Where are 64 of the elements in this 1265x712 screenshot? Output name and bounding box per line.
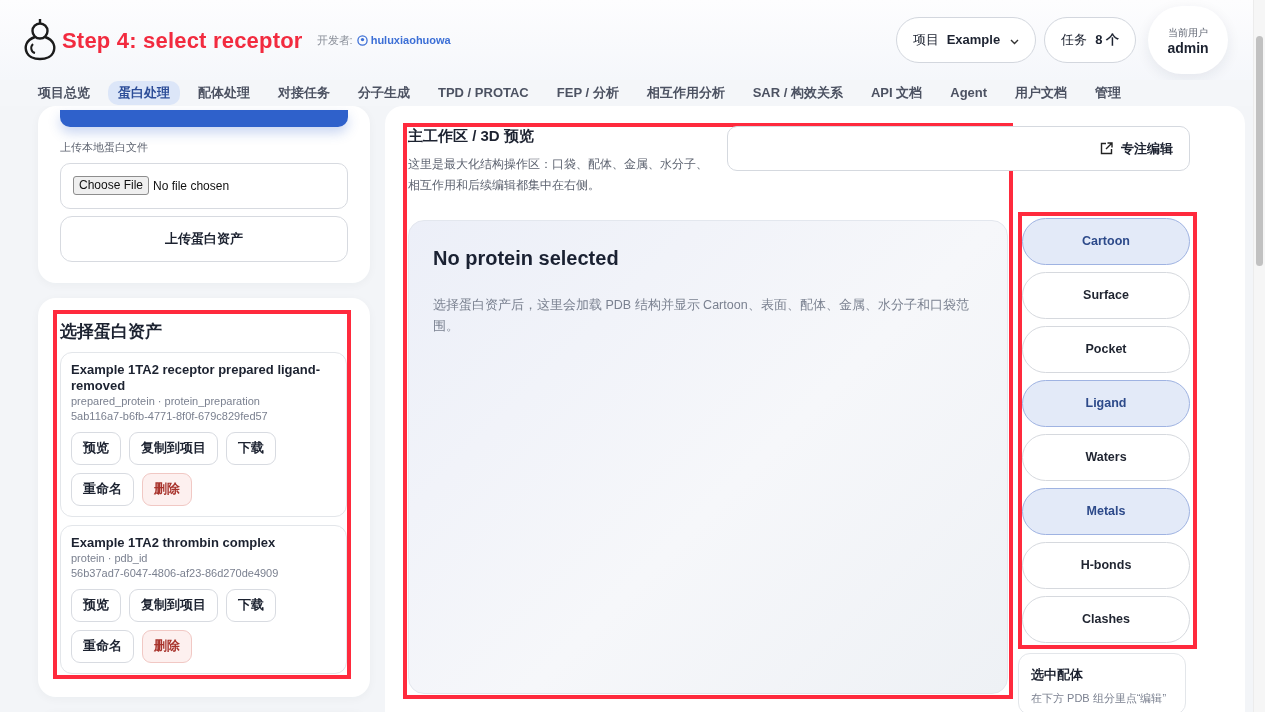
copy-to-project-button[interactable]: 复制到项目 [129, 431, 218, 465]
asset-card[interactable]: Example 1TA2 thrombin complex protein · pdb_id 56b37ad7-6047-4806-af23-86d270de4909 预览 复制到项目 下载 重命名 删除 [60, 524, 347, 674]
asset-meta: prepared_protein · protein_preparation [71, 393, 261, 409]
nav-tab[interactable]: 项目总览 [28, 81, 100, 105]
nav-tab[interactable]: 管理 [1085, 81, 1132, 105]
asset-name: Example 1TA2 receptor prepared ligand-removed [71, 361, 321, 394]
nav-tab[interactable]: 配体处理 [188, 81, 260, 105]
display-toggle[interactable]: Metals [1022, 488, 1190, 535]
asset-meta: protein · pdb_id [71, 550, 149, 566]
tutorial-caption: Step 4: select receptor [62, 26, 303, 55]
display-toggle[interactable]: H-bonds [1022, 542, 1190, 589]
caret-icon [1010, 39, 1020, 45]
nav-tab[interactable]: SAR / 构效关系 [742, 81, 853, 105]
asset-id: 56b37ad7-6047-4806-af23-86d270de4909 [71, 565, 280, 581]
tasks-button[interactable]: 任务 8 个 [1044, 17, 1136, 63]
section-description: 这里是最大化结构操作区：口袋、配体、金属、水分子、相互作用和后续编辑都集中在右侧。 [408, 156, 708, 194]
developer-label: 开发者: [316, 32, 353, 48]
asset-card[interactable]: Example 1TA2 receptor prepared ligand-removed prepared_protein · protein_preparation 5ab116a7-b6fb-4771-8f0f-679c829fed57 预览 复制到项目 下载 重命名 删除 [60, 351, 347, 517]
display-toggle[interactable]: Clashes [1022, 596, 1190, 643]
rename-button[interactable]: 重命名 [71, 629, 134, 663]
nav-tab[interactable]: 对接任务 [268, 81, 340, 105]
nav-tab[interactable]: FEP / 分析 [546, 81, 629, 105]
display-toggle[interactable]: Waters [1022, 434, 1190, 481]
preview-button[interactable]: 预览 [71, 431, 121, 465]
file-status-text: No file chosen [153, 177, 230, 195]
card-title: 选中配体 [1031, 666, 1084, 684]
preview-button[interactable]: 预览 [71, 588, 121, 622]
choose-file-button[interactable]: Choose File [73, 176, 150, 195]
asset-id: 5ab116a7-b6fb-4771-8f0f-679c829fed57 [71, 408, 269, 424]
gourd-icon [22, 17, 58, 63]
nav-tab[interactable]: 相互作用分析 [636, 81, 735, 105]
display-toggle[interactable]: Cartoon [1022, 218, 1190, 265]
nav-tab[interactable]: 用户文档 [1005, 81, 1078, 105]
panel-title: 选择蛋白资产 [60, 320, 163, 343]
field-label: 上传本地蛋白文件 [60, 140, 149, 155]
project-selector[interactable]: 项目 Example [895, 17, 1037, 63]
external-link-icon [1100, 142, 1113, 155]
delete-button[interactable]: 删除 [142, 629, 192, 663]
viewer-message: 选择蛋白资产后，这里会加载 PDB 结构并显示 Cartoon、表面、配体、金属、水分子和口袋范围。 [433, 297, 970, 335]
upload-button[interactable]: 上传蛋白资产 [60, 215, 348, 262]
card-text: 在下方 PDB 组分里点“编辑” [1031, 691, 1168, 706]
copy-to-project-button[interactable]: 复制到项目 [129, 588, 218, 622]
developer-link[interactable]: huluxiaohuowa [356, 31, 451, 49]
focus-edit-button[interactable]: 专注编辑 [727, 126, 1190, 171]
avatar-icon [356, 34, 368, 46]
display-toggle[interactable]: Pocket [1022, 326, 1190, 373]
nav-tab[interactable]: 分子生成 [348, 81, 420, 105]
scrollbar[interactable] [1253, 0, 1265, 712]
user-menu-button[interactable]: 当前用户 admin [1148, 6, 1228, 74]
nav-tab[interactable]: API 文档 [860, 81, 933, 105]
section-title: 主工作区 / 3D 预览 [408, 127, 535, 144]
asset-name: Example 1TA2 thrombin complex [71, 534, 277, 551]
download-button[interactable]: 下载 [226, 431, 276, 465]
display-toggle[interactable]: Ligand [1022, 380, 1190, 427]
primary-button[interactable] [60, 110, 348, 127]
display-toggle[interactable]: Surface [1022, 272, 1190, 319]
viewer-title: No protein selected [433, 246, 620, 271]
rename-button[interactable]: 重命名 [71, 472, 134, 506]
nav-tab[interactable]: 蛋白处理 [108, 81, 180, 105]
nav-tab[interactable]: Agent [940, 81, 998, 105]
nav-tab[interactable]: TPD / PROTAC [428, 81, 539, 105]
delete-button[interactable]: 删除 [142, 472, 192, 506]
file-input-field[interactable]: Choose File No file chosen [60, 162, 348, 209]
download-button[interactable]: 下载 [226, 588, 276, 622]
